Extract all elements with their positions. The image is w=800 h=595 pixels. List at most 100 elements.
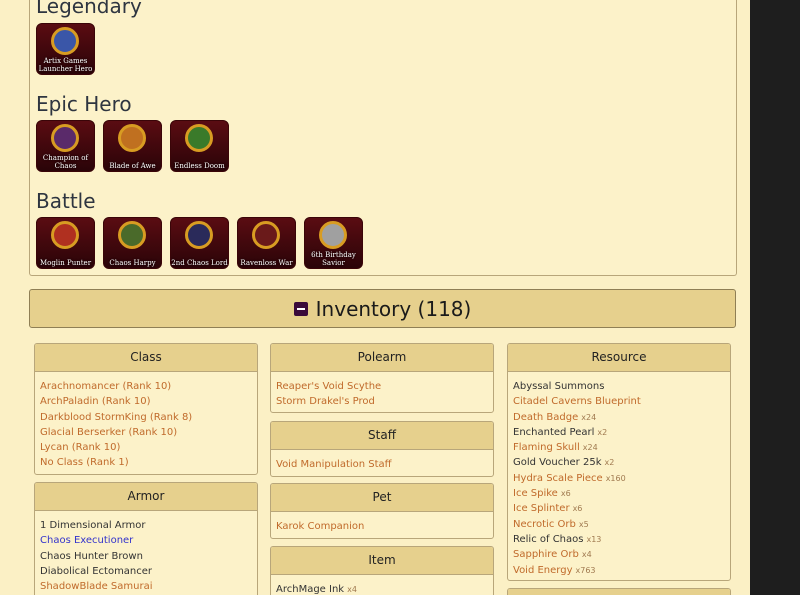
badge-medal-icon [118,124,146,152]
card-staff: Staff Void Manipulation Staff [270,421,494,477]
inventory-item-quantity: x24 [581,412,597,422]
badge-medal-icon [51,27,79,55]
card-resource-list: Abyssal Summons Citadel Caverns Blueprint… [508,372,730,578]
inventory-item-quantity: x13 [586,534,602,544]
card-armor-title: Armor [35,483,257,511]
inventory-item[interactable]: No Class (Rank 1) [40,455,252,470]
inventory-item-name: Ice Spike [513,488,558,500]
card-staff-list: Void Manipulation Staff [271,450,493,472]
inventory-item[interactable]: Karok Companion [276,519,488,534]
inventory-item-name: Arachnomancer (Rank 10) [40,381,172,392]
inventory-item-quantity: x4 [581,550,592,560]
inventory-item: Relic of Chaos x13 [513,532,725,547]
inventory-item-name: Citadel Caverns Blueprint [513,396,641,408]
badge-label: Chaos Harpy [109,259,156,267]
badge[interactable]: Chaos Harpy [103,217,162,269]
badge[interactable]: Moglin Punter [36,217,95,269]
inventory-item[interactable]: Hydra Scale Piece x160 [513,471,725,486]
badge-label: Artix Games Launcher Hero [38,57,93,73]
badge-label: Champion of Chaos [42,154,89,170]
inventory-item[interactable]: Ice Spike x6 [513,486,725,501]
badge-medal-icon [51,221,79,249]
inventory-item[interactable]: Lycan (Rank 10) [40,440,252,455]
inventory-item[interactable]: Chaos Executioner [40,533,252,548]
inventory-item[interactable]: Arachnomancer (Rank 10) [40,379,252,394]
inventory-item-name: ArchPaladin (Rank 10) [40,396,151,408]
inventory-item: ArchMage Ink x4 [276,582,488,595]
inventory-item[interactable]: Reaper's Void Scythe [276,379,488,394]
inventory-item[interactable]: ShadowBlade Samurai [40,579,252,594]
badge[interactable]: Artix Games Launcher Hero [36,23,95,75]
inventory-item-quantity: x6 [572,504,583,514]
inventory-item-quantity: x4 [347,585,357,594]
inventory-item[interactable]: Void Manipulation Staff [276,457,488,472]
badge-medal-icon [118,221,146,249]
badge[interactable]: Champion of Chaos [36,120,95,172]
inventory-item-name: No Class (Rank 1) [40,457,129,469]
inventory-item-name: Hydra Scale Piece [513,472,603,484]
inventory-item[interactable]: Flaming Skull x24 [513,440,725,455]
inventory-item[interactable]: Ice Splinter x6 [513,501,725,516]
inventory-item: Chaos Hunter Brown [40,549,252,564]
badges-panel: Legendary Artix Games Launcher Hero Epic… [29,0,737,276]
badge-row-legendary: Artix Games Launcher Hero [36,23,95,75]
badge[interactable]: 2nd Chaos Lord [170,217,229,269]
collapse-minus-icon[interactable] [293,301,308,316]
inventory-item-quantity: x2 [597,427,608,437]
inventory-item[interactable]: Storm Drakel's Prod [276,394,488,409]
card-pet: Pet Karok Companion [270,483,494,539]
badge-medal-icon [319,221,347,249]
inventory-item-name: Death Badge [513,411,579,423]
inventory-toggle[interactable]: Inventory (118) [29,289,736,328]
card-next-header [508,589,730,595]
card-next-partial [507,588,731,595]
card-pet-list: Karok Companion [271,512,493,534]
badge[interactable]: Blade of Awe [103,120,162,172]
badge[interactable]: 6th Birthday Savior [304,217,363,269]
card-resource-title: Resource [508,344,730,372]
inventory-item[interactable]: ArchPaladin (Rank 10) [40,394,252,409]
card-staff-title: Staff [271,422,493,450]
badge-label: Ravenloss War [240,259,293,267]
inventory-item[interactable]: Death Badge x24 [513,410,725,425]
inventory-item-name: 1 Dimensional Armor [40,520,146,531]
badge-row-battle: Moglin Punter Chaos Harpy 2nd Chaos Lord… [36,217,363,269]
inventory-item-quantity: x5 [578,519,589,529]
inventory-item-name: Reaper's Void Scythe [276,381,382,392]
badge-label: Moglin Punter [39,259,92,267]
inventory-item[interactable]: Necrotic Orb x5 [513,517,725,532]
badge-label: Blade of Awe [109,162,156,170]
inventory-item-name: Lycan (Rank 10) [40,442,121,454]
inventory-item-name: Void Manipulation Staff [276,459,392,470]
inventory-item-name: Flaming Skull [513,442,580,454]
badge-medal-icon [252,221,280,249]
inventory-item[interactable]: Glacial Berserker (Rank 10) [40,425,252,440]
inventory-item-name: Sapphire Orb [513,549,579,561]
inventory-item: Diabolical Ectomancer [40,564,252,579]
badge[interactable]: Ravenloss War [237,217,296,269]
inventory-item-quantity: x160 [605,473,626,483]
inventory-item-name: Storm Drakel's Prod [276,396,375,408]
inventory-item-name: Karok Companion [276,521,365,532]
inventory-item: Gold Voucher 25k x2 [513,455,725,470]
badge-label: 6th Birthday Savior [311,251,356,267]
inventory-item-name: Diabolical Ectomancer [40,565,153,577]
badge-label: Endless Doom [174,162,225,170]
inventory-item[interactable]: Citadel Caverns Blueprint [513,394,725,409]
inventory-item-name: Void Energy [513,564,573,576]
inventory-item: Abyssal Summons [513,379,725,394]
badge-row-epic: Champion of Chaos Blade of Awe Endless D… [36,120,229,172]
card-item-list: ArchMage Ink x4 [271,575,493,595]
inventory-item[interactable]: Darkblood StormKing (Rank 8) [40,410,252,425]
badge-label: 2nd Chaos Lord [171,259,228,267]
badge-category-battle-title: Battle [36,189,96,213]
card-armor-list: 1 Dimensional Armor Chaos Executioner Chao… [35,511,257,594]
inventory-item-name: ArchMage Ink [276,584,345,595]
inventory-item-quantity: x24 [582,443,598,453]
inventory-item[interactable]: Sapphire Orb x4 [513,547,725,562]
badge[interactable]: Endless Doom [170,120,229,172]
inventory-item-quantity: x2 [604,458,615,468]
badge-category-legendary-title: Legendary [36,0,142,18]
inventory-item-name: ShadowBlade Samurai [40,581,153,593]
inventory-item[interactable]: Void Energy x763 [513,563,725,578]
